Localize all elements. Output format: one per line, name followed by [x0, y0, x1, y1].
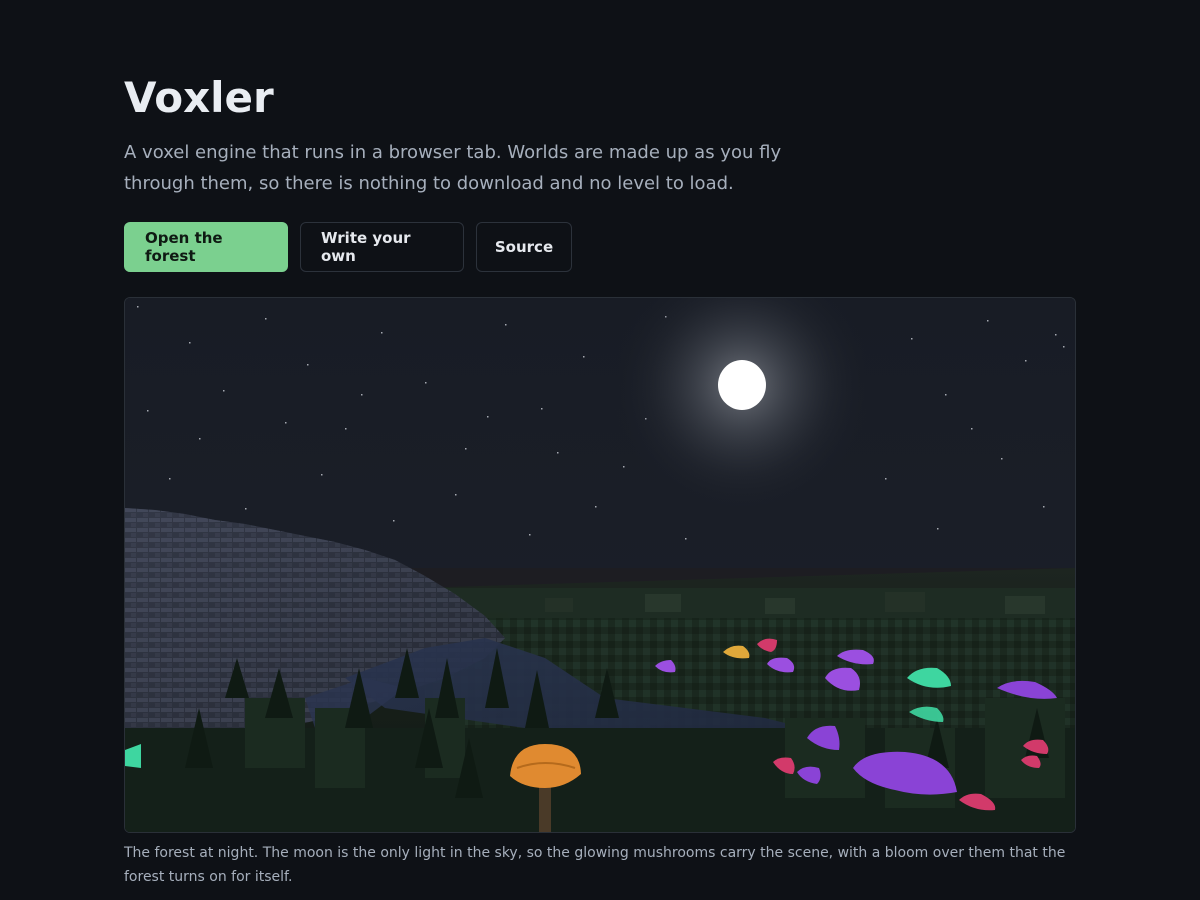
page-title: Voxler	[124, 73, 274, 122]
forest-scene-image	[125, 298, 1075, 832]
open-forest-button[interactable]: Open the forest	[124, 222, 288, 272]
page-description: A voxel engine that runs in a browser ta…	[124, 142, 782, 194]
action-bar: Open the forest Write your own Source	[124, 222, 572, 272]
forest-screenshot	[124, 297, 1076, 833]
source-button[interactable]: Source	[476, 222, 572, 272]
write-your-own-button[interactable]: Write your own	[300, 222, 464, 272]
figure-caption: The forest at night. The moon is the onl…	[124, 845, 1066, 885]
